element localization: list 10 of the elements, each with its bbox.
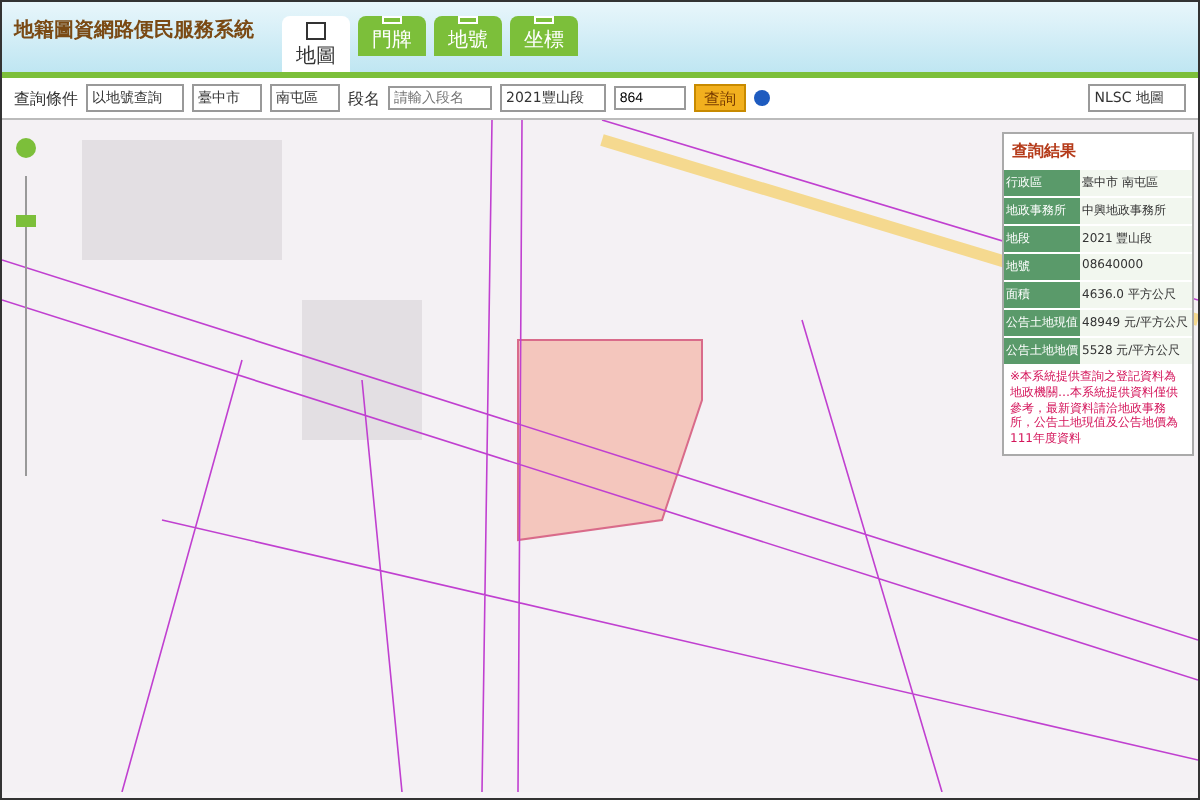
tab[interactable]: 地圖 [282,16,350,72]
query-label: 查詢條件 [14,87,78,109]
app-title: 地籍圖資網路便民服務系統 [14,17,254,43]
search-button[interactable]: 查詢 [693,84,746,112]
info-icon[interactable] [753,90,770,106]
section-label: 段名 [348,87,380,109]
map-drawing[interactable] [2,120,1198,792]
panel-title: 查詢結果 [1010,140,1078,164]
zoom-thumb[interactable] [16,215,36,227]
pan-control-icon[interactable] [16,138,36,158]
